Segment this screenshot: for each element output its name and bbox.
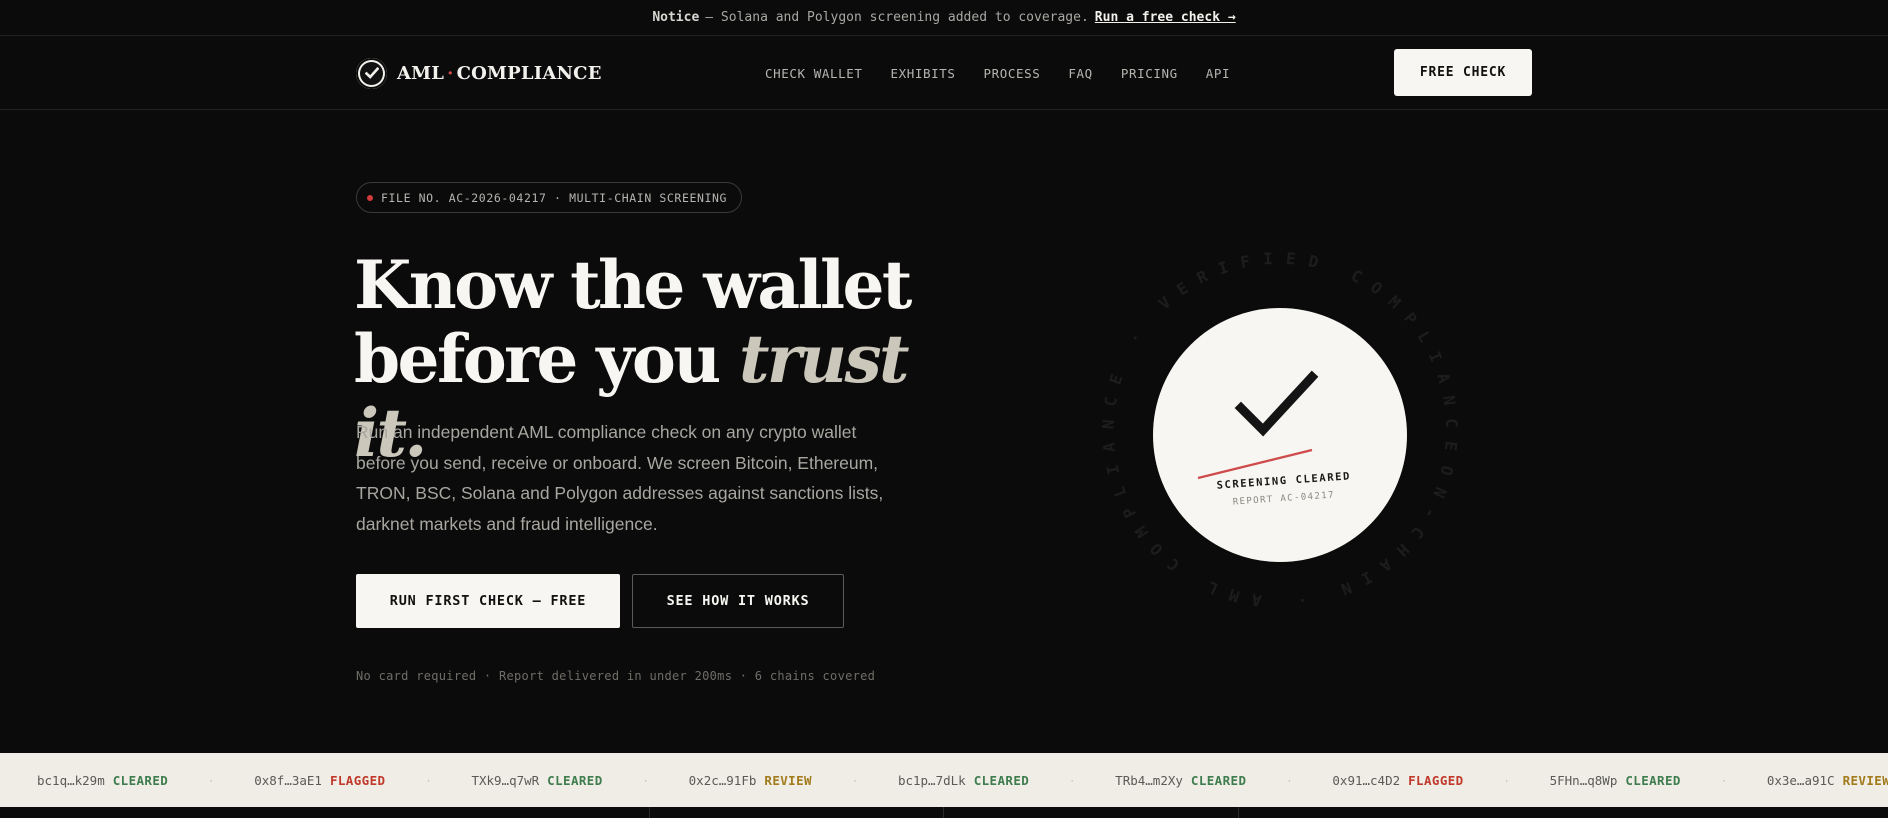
brand-name: AML · COMPLIANCE (397, 63, 602, 84)
nav-link-api[interactable]: API (1206, 66, 1230, 81)
ticker-item: 5FHn…q8Wp CLEARED (1550, 773, 1681, 788)
nav-link-exhibits[interactable]: EXHIBITS (891, 66, 956, 81)
ticker-address: 0x8f…3aE1 (254, 772, 322, 788)
ticker-status: CLEARED (1190, 772, 1247, 788)
ticker-separator: · (852, 773, 857, 787)
ticker-item: bc1q…k29m CLEARED (37, 773, 168, 788)
see-how-it-works-button[interactable]: SEE HOW IT WORKS (632, 574, 844, 628)
ticker-item: 0x8f…3aE1 FLAGGED (254, 773, 385, 788)
ticker-item: 0x3e…a91C REVIEW (1767, 773, 1888, 788)
ticker-status: CLEARED (112, 772, 169, 788)
notice-text: — Solana and Polygon screening added to … (705, 10, 1089, 25)
ticker-address: TXk9…q7wR (471, 772, 540, 788)
next-section-edge (0, 807, 1888, 818)
ticker-separator: · (1721, 773, 1726, 787)
ticker-separator: · (1287, 773, 1292, 787)
ticker-status: FLAGGED (329, 772, 386, 788)
file-number-tag: FILE NO. AC-2026-04217 · MULTI-CHAIN SCR… (356, 182, 743, 213)
ticker-track: bc1q…k29m CLEARED · 0x8f…3aE1 FLAGGED · TXk9…q… (0, 773, 1888, 788)
seal-graphic: ON-CHAIN · AML COMPLIANCE · VERIFIED COM… (1060, 215, 1514, 672)
ticker-address: 0x91…c4D2 (1332, 772, 1401, 788)
hero-footnote: No card required · Report delivered in u… (356, 669, 876, 683)
nav-link-process[interactable]: PROCESS (984, 66, 1041, 81)
status-dot-icon (367, 194, 373, 201)
ticker-separator: · (1070, 773, 1075, 787)
ticker-item: TXk9…q7wR CLEARED (471, 773, 602, 788)
seal-disc (1151, 306, 1409, 564)
ticker-status: REVIEW (764, 772, 812, 788)
ticker-address: TRb4…m2Xy (1115, 772, 1183, 788)
nav-link-faq[interactable]: FAQ (1068, 66, 1092, 81)
brand-name-left: AML (397, 62, 445, 84)
ticker-address: 0x3e…a91C (1766, 772, 1835, 788)
screening-ticker: bc1q…k29m CLEARED · 0x8f…3aE1 FLAGGED · TXk9…q… (0, 753, 1888, 807)
nav-link-check-wallet[interactable]: CHECK WALLET (765, 66, 863, 81)
ticker-address: 5FHn…q8Wp (1549, 772, 1618, 788)
headline-line-2: before you (354, 320, 740, 398)
headline-line-1: Know the wallet (354, 246, 912, 324)
ticker-separator: · (1504, 773, 1509, 787)
ticker-address: bc1q…k29m (37, 772, 105, 788)
top-nav: AML · COMPLIANCE CHECK WALLET EXHIBITS P… (0, 36, 1888, 110)
ticker-item: 0x2c…91Fb REVIEW (689, 773, 812, 788)
ticker-status: CLEARED (547, 772, 603, 788)
notice-label: Notice (652, 10, 700, 25)
verification-seal: ON-CHAIN · AML COMPLIANCE · VERIFIED COM… (1060, 215, 1514, 672)
check-seal-icon (356, 57, 387, 89)
brand-name-right: COMPLIANCE (456, 62, 602, 84)
ticker-address: 0x2c…91Fb (688, 772, 757, 788)
free-check-button[interactable]: FREE CHECK (1394, 49, 1532, 96)
ticker-status: REVIEW (1842, 772, 1888, 788)
ticker-separator: · (209, 773, 214, 787)
ticker-item: 0x91…c4D2 FLAGGED (1332, 773, 1463, 788)
ticker-separator: · (643, 773, 648, 787)
file-number-text: FILE NO. AC-2026-04217 · MULTI-CHAIN SCR… (381, 190, 728, 205)
brand-logo[interactable]: AML · COMPLIANCE (356, 56, 602, 90)
ticker-status: FLAGGED (1408, 772, 1464, 788)
ticker-separator: · (426, 773, 431, 787)
notice-free-check-link[interactable]: Run a free check → (1095, 10, 1236, 25)
notice-bar: Notice — Solana and Polygon screening ad… (0, 0, 1888, 36)
ticker-address: bc1p…7dLk (897, 772, 966, 788)
nav-links: CHECK WALLET EXHIBITS PROCESS FAQ PRICIN… (765, 36, 1230, 110)
brand-separator-dot: · (447, 62, 454, 84)
hero-description: Run an independent AML compliance check … (356, 422, 884, 534)
ticker-status: CLEARED (973, 772, 1030, 788)
ticker-status: CLEARED (1625, 772, 1681, 788)
ticker-item: TRb4…m2Xy CLEARED (1115, 773, 1246, 788)
run-first-check-button[interactable]: RUN FIRST CHECK — FREE (356, 574, 620, 628)
ticker-item: bc1p…7dLk CLEARED (898, 773, 1029, 788)
nav-link-pricing[interactable]: PRICING (1121, 66, 1178, 81)
